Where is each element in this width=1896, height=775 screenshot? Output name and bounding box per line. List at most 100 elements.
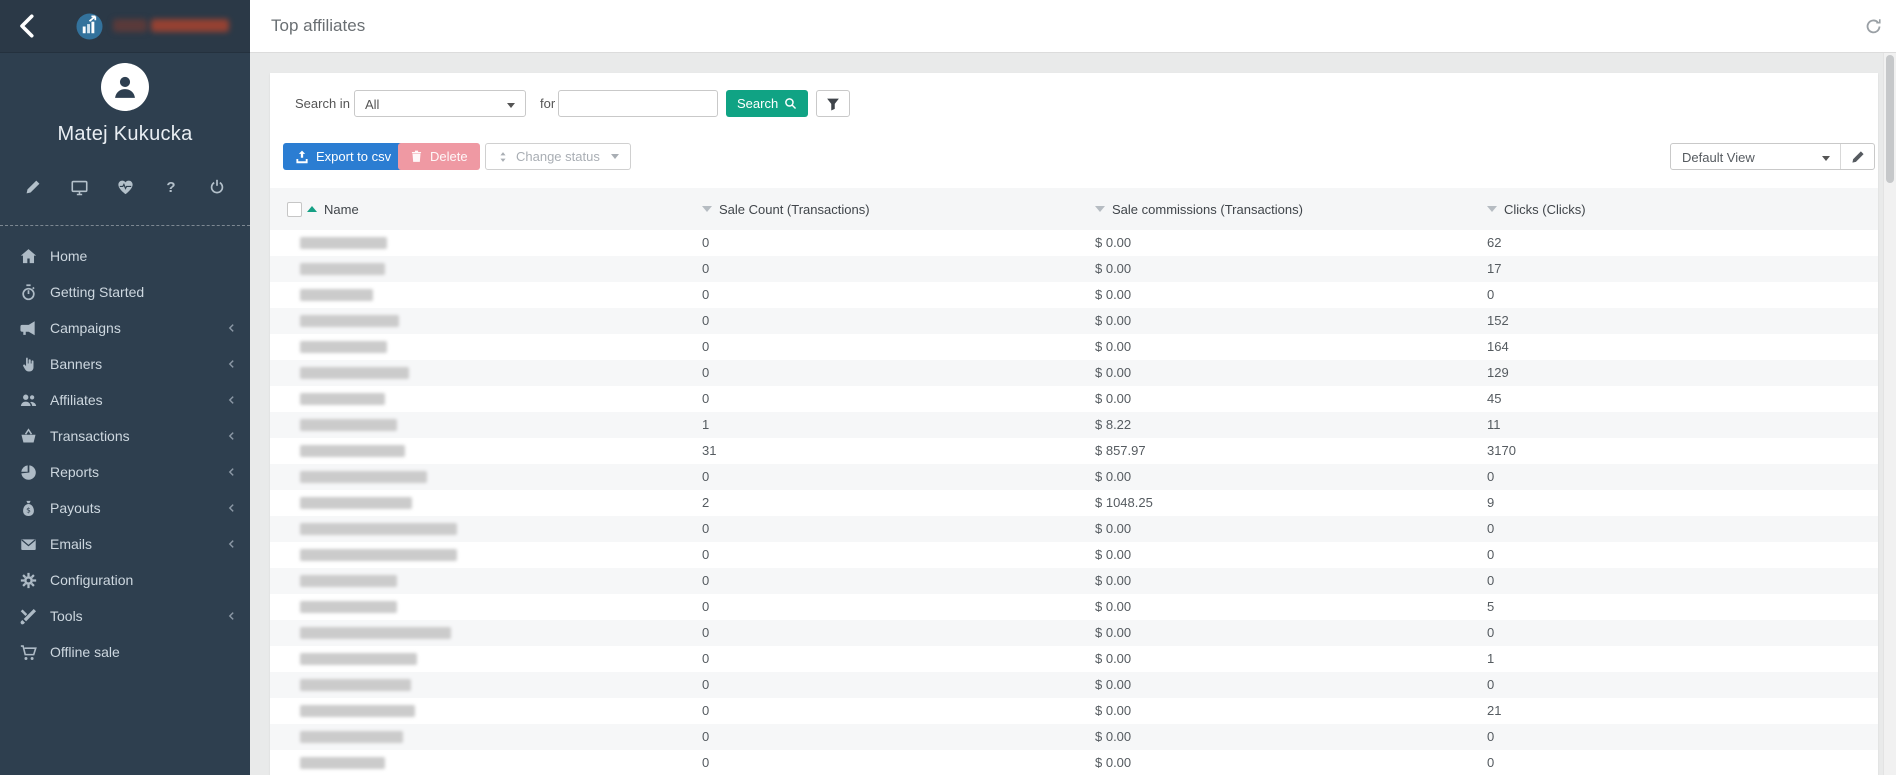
sale-count-cell: 0 bbox=[702, 547, 710, 562]
sale-count-cell: 0 bbox=[702, 261, 710, 276]
table-row[interactable]: 2 $ 1048.25 9 bbox=[270, 490, 1878, 516]
chevron-left-icon bbox=[227, 468, 236, 477]
export-label: Export to csv bbox=[316, 149, 392, 164]
sidebar-item-reports[interactable]: Reports bbox=[0, 454, 250, 490]
search-in-label: Search in bbox=[295, 96, 350, 111]
clicks-cell: 0 bbox=[1487, 469, 1495, 484]
search-input[interactable] bbox=[558, 90, 718, 117]
affiliate-name-redacted bbox=[300, 393, 385, 405]
sidebar-item-configuration[interactable]: Configuration bbox=[0, 562, 250, 598]
scrollbar-thumb[interactable] bbox=[1886, 55, 1894, 183]
search-scope-select[interactable]: All bbox=[354, 90, 526, 117]
commission-cell: $ 0.00 bbox=[1095, 547, 1132, 562]
refresh-icon[interactable] bbox=[1865, 18, 1882, 35]
view-select[interactable]: Default View bbox=[1671, 144, 1842, 169]
sidebar-item-tools[interactable]: Tools bbox=[0, 598, 250, 634]
collapse-sidebar-button[interactable] bbox=[16, 14, 40, 38]
table-row[interactable]: 0 $ 0.00 0 bbox=[270, 620, 1878, 646]
sort-asc-icon bbox=[307, 206, 317, 212]
column-header-sale-count[interactable]: Sale Count (Transactions) bbox=[702, 188, 870, 230]
column-header-sale-commissions[interactable]: Sale commissions (Transactions) bbox=[1095, 188, 1303, 230]
export-to-csv-button[interactable]: Export to csv bbox=[283, 143, 404, 170]
commission-cell: $ 0.00 bbox=[1095, 651, 1132, 666]
column-header-name[interactable]: Name bbox=[307, 188, 359, 230]
logout-power-icon[interactable] bbox=[208, 178, 226, 196]
clicks-cell: 0 bbox=[1487, 573, 1495, 588]
search-button-label: Search bbox=[737, 96, 779, 111]
pointer-icon bbox=[20, 356, 37, 373]
sidebar-item-offline-sale[interactable]: Offline sale bbox=[0, 634, 250, 670]
view-selector: Default View bbox=[1670, 143, 1875, 170]
megaphone-icon bbox=[20, 320, 37, 337]
sidebar-item-campaigns[interactable]: Campaigns bbox=[0, 310, 250, 346]
table-row[interactable]: 0 $ 0.00 45 bbox=[270, 386, 1878, 412]
help-icon[interactable]: ? bbox=[162, 178, 180, 196]
affiliate-name-redacted bbox=[300, 497, 412, 509]
table-row[interactable]: 0 $ 0.00 62 bbox=[270, 230, 1878, 256]
chevron-left-icon bbox=[227, 432, 236, 441]
sort-icon bbox=[702, 206, 712, 212]
toolbar: Export to csv Delete Change status Defau… bbox=[270, 143, 1878, 170]
affiliate-name-redacted bbox=[300, 237, 387, 249]
filter-button[interactable] bbox=[816, 90, 850, 117]
table-row[interactable]: 1 $ 8.22 11 bbox=[270, 412, 1878, 438]
clicks-cell: 0 bbox=[1487, 625, 1495, 640]
sale-count-cell: 1 bbox=[702, 417, 710, 432]
status-heartbeat-icon[interactable] bbox=[116, 178, 134, 196]
topbar: Top affiliates bbox=[250, 0, 1896, 53]
delete-button[interactable]: Delete bbox=[398, 143, 480, 170]
table-row[interactable]: 0 $ 0.00 0 bbox=[270, 750, 1878, 775]
avatar[interactable] bbox=[101, 63, 149, 111]
clicks-cell: 129 bbox=[1487, 365, 1509, 380]
change-status-button[interactable]: Change status bbox=[485, 143, 631, 170]
app-logo-icon[interactable] bbox=[76, 13, 103, 40]
table-row[interactable]: 0 $ 0.00 0 bbox=[270, 516, 1878, 542]
search-button[interactable]: Search bbox=[726, 90, 809, 117]
clicks-cell: 152 bbox=[1487, 313, 1509, 328]
table-row[interactable]: 31 $ 857.97 3170 bbox=[270, 438, 1878, 464]
sale-count-cell: 0 bbox=[702, 521, 710, 536]
table-row[interactable]: 0 $ 0.00 0 bbox=[270, 568, 1878, 594]
table-row[interactable]: 0 $ 0.00 0 bbox=[270, 464, 1878, 490]
table-row[interactable]: 0 $ 0.00 0 bbox=[270, 542, 1878, 568]
table-row[interactable]: 0 $ 0.00 0 bbox=[270, 724, 1878, 750]
commission-cell: $ 0.00 bbox=[1095, 469, 1132, 484]
sidebar-item-affiliates[interactable]: Affiliates bbox=[0, 382, 250, 418]
sidebar-item-banners[interactable]: Banners bbox=[0, 346, 250, 382]
table-row[interactable]: 0 $ 0.00 0 bbox=[270, 672, 1878, 698]
commission-cell: $ 0.00 bbox=[1095, 677, 1132, 692]
select-all-checkbox[interactable] bbox=[287, 202, 302, 217]
table-row[interactable]: 0 $ 0.00 129 bbox=[270, 360, 1878, 386]
table-row[interactable]: 0 $ 0.00 5 bbox=[270, 594, 1878, 620]
monitor-icon[interactable] bbox=[70, 178, 88, 196]
sidebar-item-emails[interactable]: Emails bbox=[0, 526, 250, 562]
table-row[interactable]: 0 $ 0.00 17 bbox=[270, 256, 1878, 282]
clicks-cell: 5 bbox=[1487, 599, 1495, 614]
affiliate-name-redacted bbox=[300, 653, 417, 665]
commission-cell: $ 0.00 bbox=[1095, 521, 1132, 536]
delete-label: Delete bbox=[430, 149, 468, 164]
commission-cell: $ 0.00 bbox=[1095, 599, 1132, 614]
basket-icon bbox=[20, 428, 37, 445]
sidebar-item-payouts[interactable]: Payouts bbox=[0, 490, 250, 526]
sidebar-item-getting-started[interactable]: Getting Started bbox=[0, 274, 250, 310]
column-header-clicks[interactable]: Clicks (Clicks) bbox=[1487, 188, 1586, 230]
commission-cell: $ 0.00 bbox=[1095, 313, 1132, 328]
vertical-scrollbar[interactable] bbox=[1883, 53, 1896, 775]
affiliate-name-redacted bbox=[300, 523, 457, 535]
moneybag-icon bbox=[20, 500, 37, 517]
sidebar-item-transactions[interactable]: Transactions bbox=[0, 418, 250, 454]
table-row[interactable]: 0 $ 0.00 152 bbox=[270, 308, 1878, 334]
table-row[interactable]: 0 $ 0.00 0 bbox=[270, 282, 1878, 308]
edit-profile-icon[interactable] bbox=[24, 178, 42, 196]
table-row[interactable]: 0 $ 0.00 164 bbox=[270, 334, 1878, 360]
edit-view-button[interactable] bbox=[1841, 144, 1874, 169]
pencil-icon bbox=[1851, 150, 1865, 164]
clicks-cell: 9 bbox=[1487, 495, 1495, 510]
sidebar-item-home[interactable]: Home bbox=[0, 238, 250, 274]
envelope-icon bbox=[20, 536, 37, 553]
chevron-left-icon bbox=[227, 324, 236, 333]
table-row[interactable]: 0 $ 0.00 1 bbox=[270, 646, 1878, 672]
table-row[interactable]: 0 $ 0.00 21 bbox=[270, 698, 1878, 724]
affiliate-name-redacted bbox=[300, 549, 457, 561]
